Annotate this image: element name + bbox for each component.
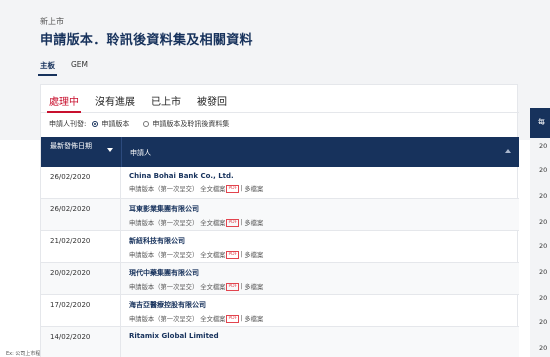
table-row: 14/02/2020 Ritamix Global Limited bbox=[41, 327, 519, 357]
tab-main-board[interactable]: 主板 bbox=[38, 58, 57, 76]
board-tabs: 主板 GEM bbox=[38, 58, 104, 78]
status-tabs: 處理中 沒有進展 已上市 被發回 bbox=[41, 85, 519, 113]
table-row: 17/02/2020 海吉亞醫療控股有限公司 申請版本（第一次呈交） 全文檔案 … bbox=[41, 295, 519, 327]
tab-returned[interactable]: 被發回 bbox=[189, 85, 235, 112]
filter-option-application-and-phip[interactable]: 申請版本及聆訊後資料集 bbox=[143, 119, 229, 129]
version-label: 申請版本（第一次呈交） bbox=[129, 252, 199, 259]
row-date: 26/02/2020 bbox=[41, 167, 121, 198]
multi-file-link[interactable]: 多檔案 bbox=[244, 282, 263, 291]
version-label: 申請版本（第一次呈交） bbox=[129, 284, 199, 291]
pdf-icon[interactable]: PDF bbox=[226, 314, 240, 323]
right-list-item: 20 bbox=[539, 218, 548, 226]
company-name: 耳東影業集團有限公司 bbox=[129, 205, 199, 213]
right-list-item: 20 bbox=[539, 344, 548, 352]
full-doc-link[interactable]: 全文檔案 bbox=[200, 218, 225, 227]
table-header: 最新發佈日期 申請人 bbox=[41, 137, 519, 167]
version-label: 申請版本（第一次呈交） bbox=[129, 220, 199, 227]
full-doc-link[interactable]: 全文檔案 bbox=[200, 314, 225, 323]
full-doc-link[interactable]: 全文檔案 bbox=[200, 250, 225, 259]
company-name: 現代中藥集團有限公司 bbox=[129, 269, 199, 277]
right-list-item: 20 bbox=[539, 318, 548, 326]
right-list-item: 20 bbox=[539, 142, 548, 150]
row-date: 17/02/2020 bbox=[41, 295, 121, 326]
column-header-date[interactable]: 最新發佈日期 bbox=[41, 137, 121, 167]
radio-unchecked-icon[interactable] bbox=[143, 121, 150, 127]
table-row: 20/02/2020 現代中藥集團有限公司 申請版本（第一次呈交） 全文檔案 P… bbox=[41, 263, 519, 295]
tab-gem[interactable]: GEM bbox=[71, 58, 88, 76]
breadcrumb[interactable]: 新上市 bbox=[40, 16, 64, 27]
company-name: Ritamix Global Limited bbox=[129, 332, 219, 340]
multi-file-link[interactable]: 多檔案 bbox=[244, 218, 263, 227]
company-name: 海吉亞醫療控股有限公司 bbox=[129, 301, 206, 309]
column-header-date-label: 最新發佈日期 bbox=[50, 142, 92, 150]
right-list-item: 20 bbox=[539, 166, 548, 174]
version-label: 申請版本（第一次呈交） bbox=[129, 316, 199, 323]
table-row: 26/02/2020 耳東影業集團有限公司 申請版本（第一次呈交） 全文檔案 P… bbox=[41, 199, 519, 231]
pdf-icon[interactable]: PDF bbox=[226, 250, 240, 259]
sort-desc-icon[interactable] bbox=[107, 148, 113, 152]
tab-no-progress[interactable]: 沒有進展 bbox=[87, 85, 143, 112]
right-list-item: 20 bbox=[539, 268, 548, 276]
multi-file-link[interactable]: 多檔案 bbox=[244, 250, 263, 259]
publish-filter: 申請人刊發: 申請版本 申請版本及聆訊後資料集 bbox=[49, 119, 243, 129]
footer-text: Ex: 公司上市程序 bbox=[6, 351, 40, 357]
applications-panel: 處理中 沒有進展 已上市 被發回 申請人刊發: 申請版本 申請版本及聆訊後資料集… bbox=[40, 84, 519, 357]
company-name: China Bohai Bank Co., Ltd. bbox=[129, 172, 234, 180]
full-doc-link[interactable]: 全文檔案 bbox=[200, 282, 225, 291]
multi-file-link[interactable]: 多檔案 bbox=[244, 184, 263, 193]
table-row: 21/02/2020 新紐科技有限公司 申請版本（第一次呈交） 全文檔案 PDF… bbox=[41, 231, 519, 263]
page-title: 申請版本．聆訊後資料集及相關資料 bbox=[40, 33, 253, 48]
column-header-applicant[interactable]: 申請人 bbox=[121, 137, 519, 167]
pdf-icon[interactable]: PDF bbox=[226, 218, 240, 227]
row-date: 21/02/2020 bbox=[41, 231, 121, 262]
filter-option-application[interactable]: 申請版本 bbox=[92, 119, 129, 129]
company-name: 新紐科技有限公司 bbox=[129, 237, 185, 245]
row-date: 20/02/2020 bbox=[41, 263, 121, 294]
radio-checked-icon[interactable] bbox=[92, 121, 99, 127]
row-date: 26/02/2020 bbox=[41, 199, 121, 230]
pdf-icon[interactable]: PDF bbox=[226, 184, 240, 193]
multi-file-link[interactable]: 多檔案 bbox=[244, 314, 263, 323]
filter-option-label: 申請版本 bbox=[101, 120, 130, 128]
right-list-item: 20 bbox=[539, 192, 548, 200]
full-doc-link[interactable]: 全文檔案 bbox=[200, 184, 225, 193]
version-label: 申請版本（第一次呈交） bbox=[129, 186, 199, 193]
column-header-applicant-label: 申請人 bbox=[130, 149, 151, 157]
right-list-item: 20 bbox=[539, 242, 548, 250]
right-list-item: 20 bbox=[539, 294, 548, 302]
table-body: 26/02/2020 China Bohai Bank Co., Ltd. 申請… bbox=[41, 167, 519, 357]
filter-label: 申請人刊發: bbox=[49, 120, 87, 128]
pdf-icon[interactable]: PDF bbox=[226, 282, 240, 291]
table-row: 26/02/2020 China Bohai Bank Co., Ltd. 申請… bbox=[41, 167, 519, 199]
row-date: 14/02/2020 bbox=[41, 327, 121, 357]
tab-listed[interactable]: 已上市 bbox=[143, 85, 189, 112]
right-side-table: 每 20 20 20 20 20 20 20 20 20 bbox=[530, 108, 550, 357]
right-column-header: 每 bbox=[530, 108, 550, 138]
tab-processing[interactable]: 處理中 bbox=[41, 85, 87, 113]
filter-option-label: 申請版本及聆訊後資料集 bbox=[152, 120, 230, 128]
sort-asc-icon[interactable] bbox=[505, 149, 511, 153]
